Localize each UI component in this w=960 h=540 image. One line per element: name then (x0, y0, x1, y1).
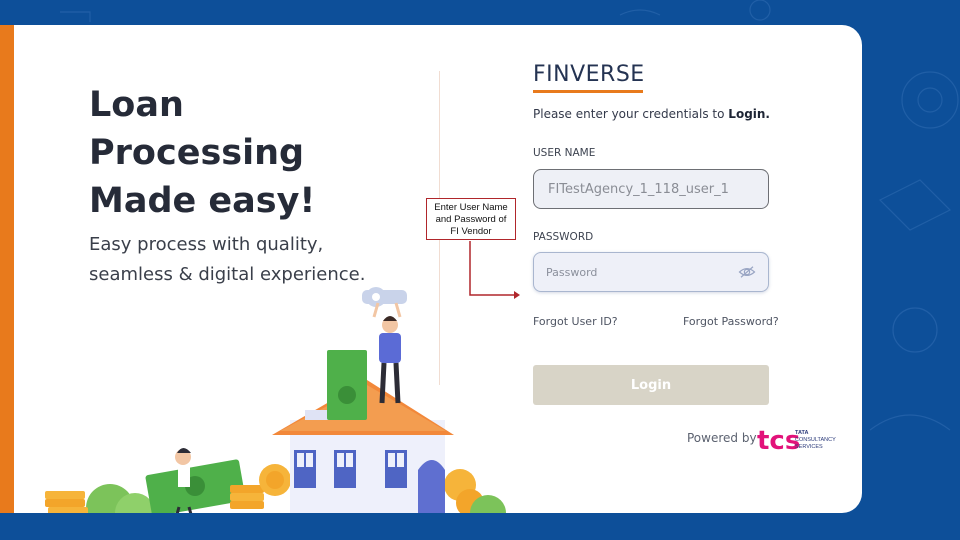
username-value: FITestAgency_1_118_user_1 (548, 181, 729, 197)
accent-bar (0, 25, 14, 513)
intro-prefix: Please enter your credentials to (533, 107, 729, 121)
instruction-callout: Enter User Name and Password of FI Vendo… (426, 198, 516, 240)
username-label: USER NAME (533, 147, 596, 159)
eye-off-icon[interactable] (738, 265, 756, 279)
username-field[interactable]: FITestAgency_1_118_user_1 (533, 169, 769, 209)
login-button[interactable]: Login (533, 365, 769, 405)
hero-title-line3: Made easy! (89, 181, 316, 221)
callout-arrow (469, 241, 520, 299)
intro-text: Please enter your credentials to Login. (533, 107, 770, 121)
intro-login-word: Login. (728, 107, 770, 121)
hero-title: Loan Processing Made easy! (89, 81, 315, 225)
forgot-password-link[interactable]: Forgot Password? (683, 315, 779, 328)
tcs-logo: tcs TATA CONSULTANCY SERVICES (757, 426, 836, 453)
logo-text-line3: SERVICES (795, 444, 823, 450)
login-card: Loan Processing Made easy! Easy process … (0, 25, 862, 513)
password-label: PASSWORD (533, 231, 594, 243)
logo-text-line1: TATA (795, 430, 808, 436)
hero-title-line2: Processing (89, 133, 305, 173)
password-field[interactable]: Password (533, 252, 769, 292)
brand-underline (533, 90, 643, 93)
logo-text-line2: CONSULTANCY (795, 437, 836, 443)
password-placeholder: Password (546, 265, 598, 279)
forgot-user-id-link[interactable]: Forgot User ID? (533, 315, 618, 328)
brand-name: FINVERSE (533, 62, 645, 87)
powered-by-text: Powered by (687, 431, 757, 445)
logo-mark: tcs (757, 426, 800, 453)
hero-title-line1: Loan (89, 85, 184, 125)
